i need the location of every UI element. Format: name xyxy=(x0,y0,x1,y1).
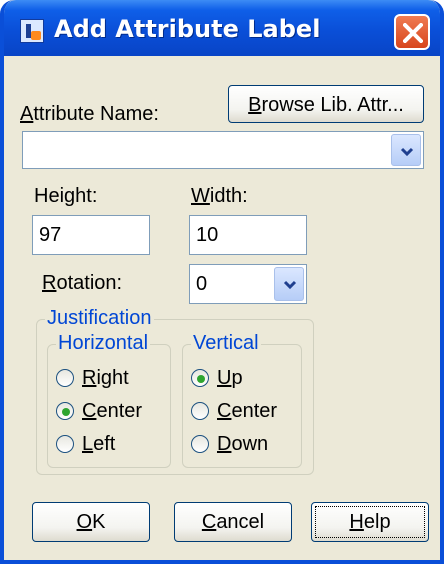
jobs-app-icon xyxy=(20,19,44,43)
radio-circle xyxy=(56,369,74,387)
radio-selected-dot xyxy=(197,375,205,383)
width-field[interactable]: 10 xyxy=(189,215,307,255)
horizontal-label: Horizontal xyxy=(56,332,151,355)
window-title: Add Attribute Label xyxy=(54,15,321,43)
justification-group: Justification Horizontal Right Center Le… xyxy=(36,307,314,475)
help-button[interactable]: Help xyxy=(311,502,429,542)
attribute-name-combo[interactable] xyxy=(22,131,424,169)
radio-circle xyxy=(56,402,74,420)
justification-label: Justification xyxy=(45,307,154,330)
radio-selected-dot xyxy=(62,408,70,416)
radio-circle xyxy=(191,435,209,453)
close-button[interactable] xyxy=(394,14,430,50)
chevron-down-icon xyxy=(283,280,297,290)
cancel-button[interactable]: Cancel xyxy=(174,502,292,542)
vertical-label: Vertical xyxy=(191,332,261,355)
horizontal-group: Horizontal Right Center Left xyxy=(47,332,171,468)
attribute-name-dropdown-button[interactable] xyxy=(391,134,421,166)
rotation-dropdown-button[interactable] xyxy=(274,267,304,301)
width-label: Width: xyxy=(191,185,248,207)
title-bar[interactable]: Add Attribute Label xyxy=(4,0,440,56)
height-label: Height: xyxy=(34,185,98,207)
radio-circle xyxy=(191,402,209,420)
radio-circle xyxy=(56,435,74,453)
vertical-group: Vertical Up Center Down xyxy=(182,332,302,468)
rotation-label: Rotation: xyxy=(42,272,123,294)
radio-circle xyxy=(191,369,209,387)
height-field[interactable]: 97 xyxy=(32,215,150,255)
close-icon xyxy=(403,23,423,43)
chevron-down-icon xyxy=(400,147,414,157)
height-value: 97 xyxy=(39,224,62,246)
attribute-name-label: Attribute Name: xyxy=(20,103,159,125)
width-value: 10 xyxy=(196,224,219,246)
dialog-window: Add Attribute Label Attribute Name: Brow… xyxy=(0,0,444,564)
browse-lib-attr-button[interactable]: Browse Lib. Attr... xyxy=(228,85,424,123)
rotation-combo[interactable]: 0 xyxy=(189,264,307,304)
rotation-value: 0 xyxy=(196,273,208,295)
ok-button[interactable]: OK xyxy=(32,502,150,542)
